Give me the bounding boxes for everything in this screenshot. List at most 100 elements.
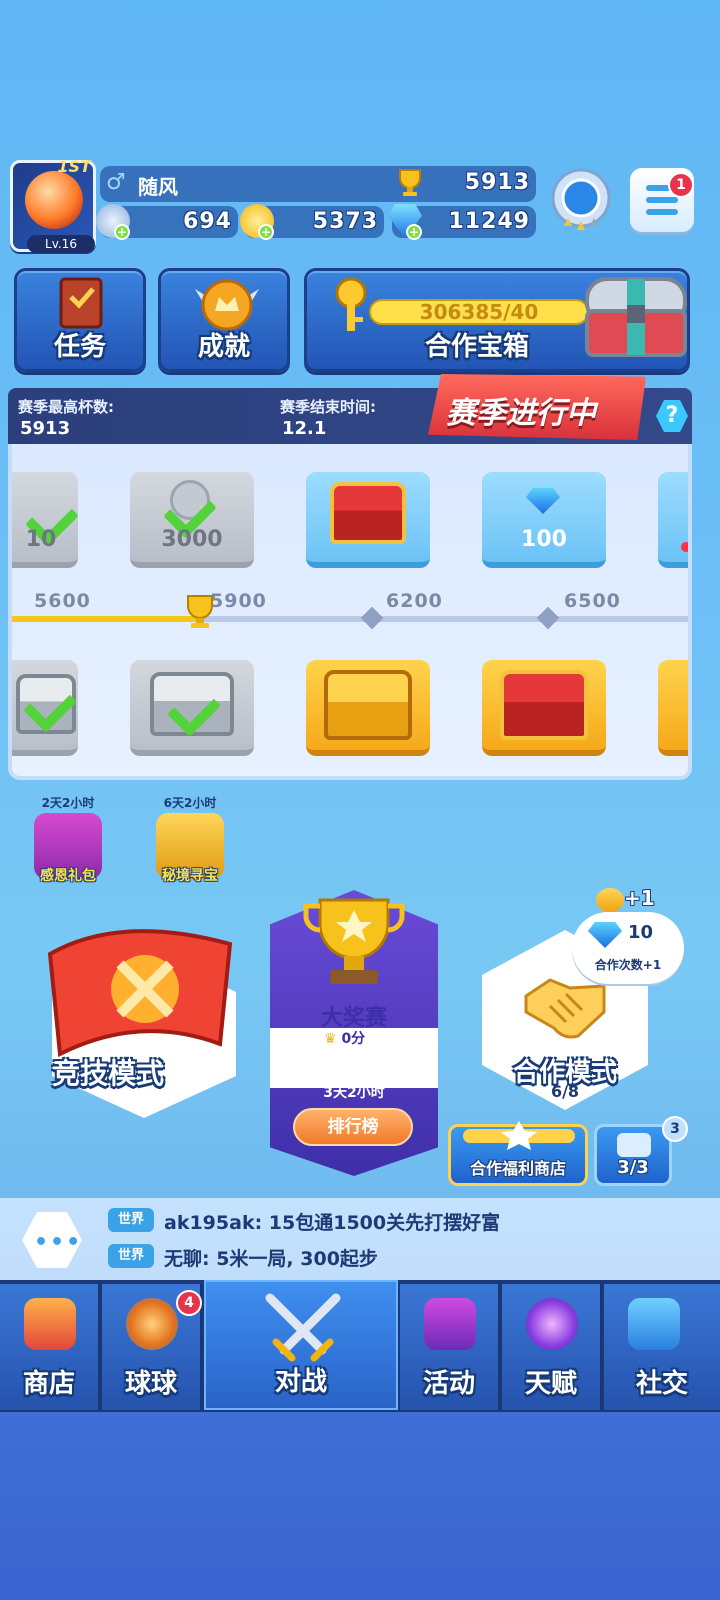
chat-dots-icon: •••	[34, 1230, 83, 1255]
reward-card-claimed[interactable]: 3000	[130, 472, 254, 568]
reward-amount: 10	[25, 527, 57, 552]
key-icon	[335, 277, 367, 331]
balls-notification-badge: 4	[176, 1290, 202, 1316]
player-avatar[interactable]: 1ST Lv.16	[10, 157, 96, 253]
event-treasure-hunt[interactable]: 6天2小时 秘境寻宝	[154, 794, 226, 885]
gem-icon	[526, 488, 560, 514]
event-timer: 2天2小时	[41, 796, 95, 810]
trophy-count: 5913	[464, 170, 530, 195]
event-thanksgiving-pack[interactable]: 2天2小时 感恩礼包	[32, 794, 104, 885]
chat-channel-tag: 世界	[108, 1244, 154, 1268]
nav-shop-label: 商店	[22, 1369, 75, 1399]
reward-card-chest[interactable]	[482, 660, 606, 756]
current-trophy-marker-icon	[187, 595, 213, 628]
grand-prix-score-value: 0分	[341, 1031, 366, 1047]
coop-mode-count: 6/8	[550, 1082, 580, 1101]
coop-chest-button[interactable]: 306385/40 合作宝箱	[304, 268, 690, 372]
rank-label: 1ST	[57, 157, 91, 176]
season-header: 赛季最高杯数: 5913 赛季结束时间: 12.1 赛季进行中 ?	[8, 374, 692, 444]
max-cups-value: 5913	[20, 418, 71, 439]
season-end-label: 赛季结束时间:	[280, 398, 376, 416]
coop-bubble-gems: 10	[628, 922, 654, 943]
avatar-portrait	[25, 171, 83, 229]
gem-amount: 11249	[448, 209, 530, 234]
coop-shop-label: 合作福利商店	[469, 1159, 566, 1178]
coop-bubble-desc: 合作次数+1	[594, 958, 662, 972]
planet-icon	[526, 1298, 578, 1350]
milestone-label: 6200	[386, 590, 443, 612]
star-banner-icon	[463, 1121, 575, 1150]
nav-social[interactable]: 社交	[604, 1284, 720, 1410]
red-chest-icon	[330, 482, 406, 544]
gold-heart-icon	[596, 888, 624, 912]
reward-card-claimed[interactable]	[130, 660, 254, 756]
reward-amount: 3000	[161, 527, 223, 552]
chat-message: ak195ak: 15包通1500关先打摆好富	[164, 1212, 501, 1234]
event-name: 感恩礼包	[40, 868, 96, 884]
shop-icon	[24, 1298, 76, 1350]
season-status-banner: 赛季进行中	[428, 374, 646, 440]
menu-notification-badge: 1	[668, 172, 694, 198]
achievement-medal-icon	[195, 279, 259, 331]
rank-badge-icon[interactable]	[546, 166, 616, 238]
leaderboard-button[interactable]: 排行榜	[293, 1108, 413, 1146]
red-chest-icon	[500, 670, 588, 740]
milestone-marker	[536, 606, 560, 630]
gem-currency[interactable]: + 11249	[388, 204, 536, 240]
gold-trophy-icon	[303, 898, 405, 984]
max-cups-label: 赛季最高杯数:	[18, 398, 114, 416]
progress-fill	[12, 616, 204, 622]
add-gold-icon[interactable]: +	[258, 224, 274, 240]
gold-amount: 5373	[312, 209, 378, 234]
task-book-icon	[59, 277, 103, 329]
add-gems-icon[interactable]: +	[406, 224, 422, 240]
gold-chest-icon	[324, 670, 412, 740]
grand-prix-countdown-line2: 3天2小时	[323, 1085, 385, 1101]
nav-battle[interactable]: 对战	[204, 1280, 398, 1410]
nav-events[interactable]: 活动	[400, 1284, 500, 1410]
nav-events-label: 活动	[422, 1369, 475, 1399]
energy-button[interactable]: 3/3	[594, 1124, 672, 1186]
event-timer: 6天2小时	[163, 796, 217, 810]
chat-heart-icon	[628, 1298, 680, 1350]
event-name: 秘境寻宝	[162, 868, 218, 884]
reward-card-claimed[interactable]: 10	[12, 472, 79, 568]
chat-message: 无聊: 5米一局, 300起步	[164, 1248, 378, 1270]
season-status: 赛季进行中	[446, 396, 596, 431]
tasks-button[interactable]: 任务	[14, 268, 146, 372]
energy-card-icon	[617, 1133, 651, 1157]
coin-currency[interactable]: + 694	[96, 204, 238, 240]
coop-chest-progress: 306385/40	[369, 299, 589, 325]
gold-currency[interactable]: + 5373	[240, 204, 384, 240]
nav-battle-label: 对战	[274, 1367, 327, 1397]
balls-icon	[126, 1298, 178, 1350]
reward-card-chest[interactable]	[306, 660, 430, 756]
reward-card-next[interactable]	[658, 660, 688, 756]
reward-card-claimed[interactable]	[12, 660, 78, 756]
grand-prix-countdown-line1: 离活动结束还剩	[305, 1067, 403, 1083]
reward-card-gems[interactable]: 100	[482, 472, 606, 568]
progress-line	[12, 616, 688, 622]
add-coins-icon[interactable]: +	[114, 224, 130, 240]
gem-icon	[588, 922, 622, 948]
nav-balls-label: 球球	[124, 1369, 177, 1399]
milestone-label: 6500	[564, 590, 621, 612]
coop-shop-button[interactable]: 合作福利商店	[448, 1121, 588, 1186]
reward-card-next[interactable]	[658, 472, 688, 568]
trophy-icon	[399, 169, 421, 196]
coop-bonus: +1	[624, 886, 655, 910]
player-name-bar[interactable]: ♂ 随风 5913	[100, 166, 536, 202]
competitive-flag-icon	[47, 929, 233, 1058]
nav-talent[interactable]: 天赋	[502, 1284, 602, 1410]
competitive-mode-label: 竞技模式	[52, 1057, 165, 1090]
player-name: 随风	[138, 175, 178, 199]
male-icon: ♂	[106, 170, 126, 195]
milestone-label: 5600	[34, 590, 91, 612]
nav-shop[interactable]: 商店	[0, 1284, 100, 1410]
tasks-label: 任务	[53, 332, 106, 362]
season-reward-track[interactable]: 10 3000 100 5600 5900 6200 6500	[8, 444, 692, 780]
chat-channel-tag: 世界	[108, 1208, 154, 1232]
party-popper-icon	[424, 1298, 476, 1350]
help-button[interactable]: ?	[656, 400, 688, 432]
reward-card-chest[interactable]	[306, 472, 430, 568]
